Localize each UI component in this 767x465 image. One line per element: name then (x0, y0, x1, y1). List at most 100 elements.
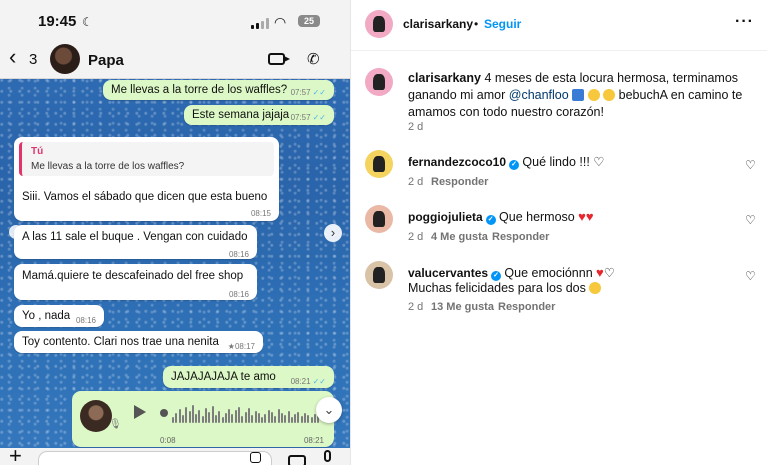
unread-count[interactable]: 3 (29, 51, 37, 68)
waveform-bar (300, 416, 303, 423)
signal-icon (251, 18, 269, 29)
caption-mention[interactable]: @chanfloo (509, 88, 569, 102)
waveform-bar (277, 409, 280, 423)
like-heart-icon[interactable]: ♡ (745, 158, 756, 172)
message-text: JAJAJAJAJA te amo (171, 371, 276, 383)
voice-note-bubble[interactable]: 🎙 0:08 08:21 (72, 391, 334, 447)
commenter-avatar[interactable] (365, 261, 393, 289)
red-heart-icon: ♥♥ (578, 209, 594, 224)
comment-text: Que hermoso (499, 210, 575, 224)
message-bubble[interactable]: Este semana jajaja 07:57 ✓✓ (184, 105, 334, 125)
message-text: Este semana jajaja (192, 109, 290, 121)
contact-name[interactable]: Papa (88, 52, 124, 69)
message-bubble[interactable]: JAJAJAJAJA te amo 08:21 ✓✓ (163, 366, 334, 388)
message-bubble[interactable]: A las 11 sale el buque . Vengan con cuid… (14, 225, 257, 259)
comment-age: 2 d (408, 301, 424, 313)
message-bubble[interactable]: Toy contento. Clari nos trae una nenita … (14, 331, 263, 353)
comment-likes[interactable]: 13 Me gusta (431, 301, 494, 313)
waveform-bar (172, 417, 174, 423)
microphone-icon[interactable] (324, 450, 331, 462)
waveform-bar (294, 414, 297, 423)
message-time: 08:21 (290, 377, 311, 386)
like-heart-icon[interactable]: ♡ (745, 269, 756, 283)
laughing-emoji-icon (603, 89, 616, 101)
back-chevron-icon[interactable]: ‹ (9, 46, 16, 68)
message-time: 08:17 (234, 342, 255, 351)
comment-age: 2 d (408, 176, 424, 188)
waveform-bar (304, 413, 306, 423)
quoted-message[interactable]: Tú Me llevas a la torre de los waffles? (19, 142, 274, 176)
message-time: 08:21 (303, 436, 324, 445)
waveform-bar (254, 411, 257, 423)
author-avatar[interactable] (365, 10, 393, 38)
more-options-icon[interactable]: ··· (735, 13, 754, 31)
message-bubble[interactable]: Me llevas a la torre de los waffles? 07:… (103, 80, 334, 100)
caption-username[interactable]: clarisarkany (408, 71, 481, 85)
comment-likes[interactable]: 4 Me gusta (431, 231, 488, 243)
message-bubble[interactable]: Yo , nada 08:16 (14, 305, 104, 327)
message-time: 08:16 (228, 290, 249, 299)
plus-icon[interactable]: + (9, 445, 22, 465)
post-header: clarisarkany • Seguir ··· (351, 0, 767, 51)
waveform-bar (201, 416, 204, 423)
waveform-bar (247, 408, 250, 423)
play-icon[interactable] (134, 405, 146, 419)
video-call-icon[interactable] (268, 53, 290, 65)
waveform-bar (244, 412, 247, 423)
commenter-avatar[interactable] (365, 150, 393, 178)
message-text: Me llevas a la torre de los waffles? (111, 84, 288, 96)
reply-button[interactable]: Responder (431, 176, 488, 188)
read-ticks-icon: ✓✓ (312, 113, 326, 122)
waveform-bar (175, 413, 178, 423)
waveform-bar (313, 414, 316, 423)
phone-call-icon[interactable]: ✆ (307, 50, 320, 68)
quote-text: Me llevas a la torre de los waffles? (31, 161, 185, 172)
verified-badge-icon: ✓ (485, 215, 496, 225)
waveform-bar (191, 405, 194, 423)
follow-button[interactable]: Seguir (484, 17, 521, 31)
caption-age: 2 d (408, 121, 424, 133)
comment-username[interactable]: valucervantes (408, 266, 488, 280)
commenter-avatar[interactable] (365, 205, 393, 233)
comment-text-line-2: Muchas felicidades para los dos (408, 281, 602, 295)
comment-row: poggiojulieta ✓ Que hermoso ♥♥ (408, 209, 594, 225)
message-time: 08:16 (228, 250, 249, 259)
scroll-down-chevron-icon[interactable]: ⌄ (316, 397, 342, 423)
post-caption: clarisarkany 4 meses de esta locura herm… (408, 70, 758, 121)
voice-waveform[interactable] (172, 401, 322, 423)
sticker-icon[interactable] (250, 452, 261, 463)
whatsapp-chat-screenshot: 19:45 ☾ ◠ 25 ‹ 3 Papa ✆ Me llevas a la t… (0, 0, 350, 465)
baby-emoji-icon (572, 89, 585, 101)
caption-avatar[interactable] (365, 68, 393, 96)
message-input[interactable] (38, 451, 272, 465)
face-emoji-icon (587, 89, 600, 101)
waveform-bar (234, 410, 237, 423)
waveform-bar (241, 416, 244, 423)
like-heart-icon[interactable]: ♡ (745, 213, 756, 227)
message-text: Mamá.quiere te descafeinado del free sho… (22, 270, 244, 282)
message-time: 07:57 (290, 113, 311, 122)
next-image-arrow-icon[interactable]: › (324, 224, 342, 242)
comment-row: valucervantes ✓ Que emociónnn ♥♡ (408, 265, 615, 281)
reply-message-bubble[interactable]: Tú Me llevas a la torre de los waffles? … (14, 137, 279, 221)
red-heart-icon: ♥ (596, 265, 604, 280)
waveform-bar (205, 408, 207, 423)
contact-avatar[interactable] (50, 44, 80, 74)
read-ticks-icon: ✓✓ (312, 88, 326, 97)
camera-icon[interactable] (288, 455, 306, 465)
instagram-post-panel: clarisarkany • Seguir ··· clarisarkany 4… (350, 0, 767, 465)
waveform-bar (195, 414, 198, 423)
read-ticks-icon: ✓✓ (312, 377, 326, 386)
message-bubble[interactable]: Mamá.quiere te descafeinado del free sho… (14, 264, 257, 300)
verified-badge-icon: ✓ (509, 160, 520, 170)
author-username[interactable]: clarisarkany (403, 17, 473, 31)
reply-button[interactable]: Responder (498, 301, 555, 313)
comment-username[interactable]: poggiojulieta (408, 210, 483, 224)
waveform-bar (188, 411, 191, 423)
playback-scrubber[interactable] (160, 409, 168, 417)
verified-badge-icon: ✓ (491, 271, 502, 281)
microphone-icon: 🎙 (109, 419, 122, 430)
reply-button[interactable]: Responder (492, 231, 549, 243)
comment-username[interactable]: fernandezcoco10 (408, 155, 506, 169)
chat-header: 19:45 ☾ ◠ 25 ‹ 3 Papa ✆ (0, 0, 350, 79)
